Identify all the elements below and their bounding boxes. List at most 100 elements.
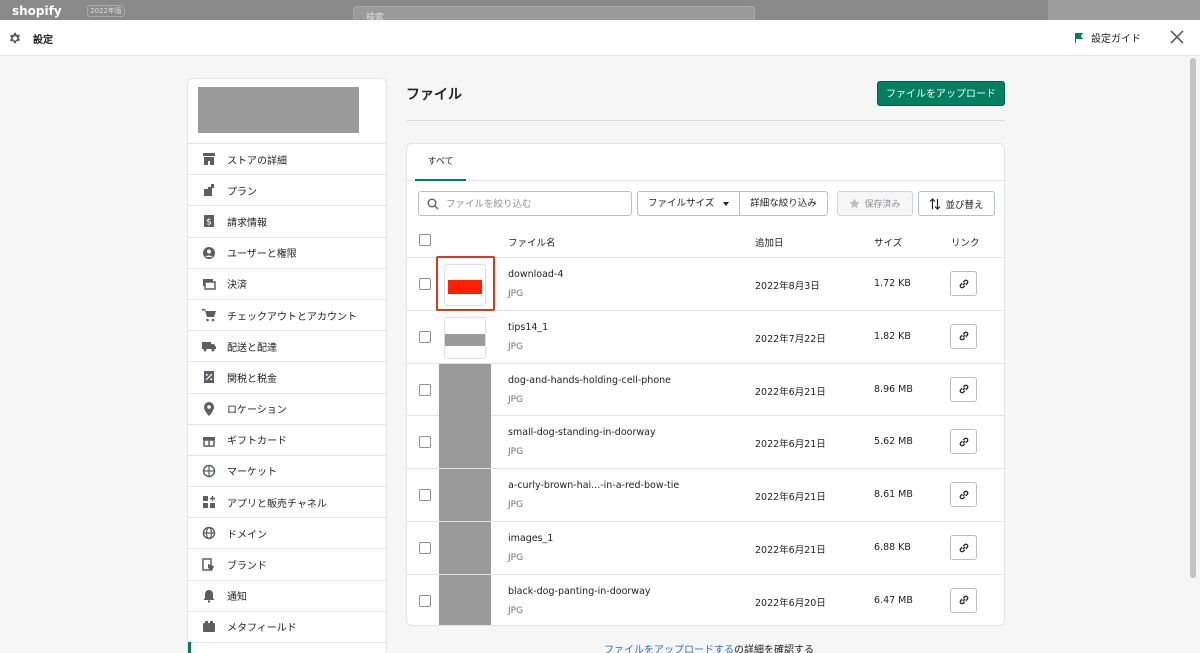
file-name: images_1 (508, 533, 554, 544)
filter-input[interactable] (446, 196, 626, 212)
scrollbar[interactable] (1190, 58, 1196, 578)
sidebar-item-brand[interactable]: ブランド (188, 548, 386, 579)
filter-input-wrapper[interactable] (418, 191, 632, 216)
file-type: JPG (508, 605, 524, 616)
copy-link-button[interactable] (950, 429, 977, 455)
sidebar-item-label: マーケット (227, 467, 277, 479)
sidebar-item-apps[interactable]: アプリと販売チャネル (188, 486, 386, 517)
tax-icon (204, 371, 214, 384)
table-row[interactable]: black-dog-panting-in-doorway JPG 2022年6月… (407, 574, 1004, 625)
sidebar-item-taxes[interactable]: 関税と税金 (188, 361, 386, 392)
sidebar-item-files[interactable] (188, 642, 386, 653)
table-row[interactable]: images_1 JPG 2022年6月21日 6.88 KB (407, 522, 1004, 575)
select-all-checkbox[interactable] (419, 234, 431, 246)
file-name: tips14_1 (508, 321, 549, 333)
sidebar-item-shipping[interactable]: 配送と配達 (188, 330, 386, 361)
table-header: ファイル名 追加日 サイズ リンク (407, 224, 1004, 258)
file-size: 8.61 MB (874, 489, 913, 501)
row-checkbox[interactable] (419, 594, 431, 607)
row-checkbox[interactable] (419, 436, 431, 449)
row-checkbox[interactable] (419, 383, 431, 396)
sidebar-item-plan[interactable]: プラン (188, 174, 386, 205)
column-header-date: 追加日 (755, 238, 784, 249)
sidebar-item-store-details[interactable]: ストアの詳細 (188, 143, 386, 174)
copy-link-button[interactable] (950, 535, 977, 560)
domain-icon (202, 527, 216, 540)
file-size-label: ファイルサイズ (648, 198, 715, 209)
upload-help-link[interactable]: ファイルをアップロードする (604, 645, 734, 653)
table-row[interactable]: small-dog-standing-in-doorway JPG 2022年6… (407, 416, 1004, 470)
file-date: 2022年6月21日 (755, 439, 826, 451)
file-date: 2022年6月21日 (755, 545, 826, 556)
plan-icon (204, 184, 214, 197)
sidebar-item-notifications[interactable]: 通知 (188, 579, 386, 611)
sort-button[interactable]: 並び替え (918, 191, 995, 216)
sidebar-item-markets[interactable]: マーケット (188, 454, 386, 486)
highlight-box (436, 256, 495, 311)
sidebar-item-label: ドメイン (227, 529, 267, 541)
file-name: a-curly-brown-hai...-in-a-red-bow-tie (508, 480, 680, 492)
file-size: 1.72 KB (874, 278, 911, 289)
advanced-filter-button[interactable]: 詳細な絞り込み (739, 192, 827, 215)
gear-icon (10, 32, 20, 44)
file-size: 5.62 MB (874, 436, 913, 448)
globe-icon (202, 464, 216, 478)
row-checkbox[interactable] (419, 542, 431, 554)
saved-button[interactable]: 保存済み (837, 191, 913, 216)
file-thumbnail (439, 416, 491, 469)
copy-link-button[interactable] (950, 376, 977, 402)
sidebar-item-payments[interactable]: 決済 (188, 267, 386, 299)
sidebar-item-users[interactable]: ユーザーと権限 (188, 236, 386, 268)
file-size: 8.96 MB (874, 383, 913, 395)
sidebar-item-label: 関税と税金 (227, 373, 277, 385)
close-icon[interactable] (1170, 30, 1184, 44)
table-row[interactable]: download-4 JPG 2022年8月3日 1.72 KB (407, 256, 1004, 311)
table-row[interactable]: a-curly-brown-hai...-in-a-red-bow-tie JP… (407, 469, 1004, 522)
sidebar-item-label: 配送と配達 (227, 342, 277, 354)
copy-link-button[interactable] (950, 482, 977, 508)
background-account (1048, 0, 1200, 20)
table-row[interactable]: dog-and-hands-holding-cell-phone JPG 202… (407, 363, 1004, 417)
row-checkbox[interactable] (419, 278, 431, 290)
file-thumbnail (439, 363, 491, 416)
sort-icon (930, 197, 941, 210)
apps-icon (203, 496, 215, 509)
column-header-name: ファイル名 (508, 238, 556, 249)
sidebar-item-locations[interactable]: ロケーション (188, 392, 386, 424)
sidebar-item-checkout[interactable]: チェックアウトとアカウント (188, 298, 386, 330)
sidebar-item-metafields[interactable]: メタフィールド (188, 610, 386, 642)
settings-modal: 設定 設定ガイド ストアの詳細 プラン $ 請求情報 ユーザーと権限 決済 チェ… (0, 20, 1200, 653)
copy-link-button[interactable] (950, 271, 977, 296)
flag-icon (1075, 32, 1083, 43)
modal-title: 設定 (33, 35, 53, 46)
background-topbar: shopify 2022年版 検索 (0, 0, 1200, 26)
file-name: black-dog-panting-in-doorway (508, 585, 651, 597)
row-checkbox[interactable] (419, 489, 431, 502)
file-type: JPG (508, 447, 524, 458)
copy-link-button[interactable] (950, 587, 977, 613)
file-date: 2022年6月21日 (755, 386, 826, 398)
file-thumbnail (439, 574, 491, 625)
footer-suffix: の詳細を確認する (734, 645, 814, 653)
sidebar-item-label: 通知 (227, 592, 247, 604)
gift-icon (203, 436, 215, 447)
sidebar-item-domains[interactable]: ドメイン (188, 517, 386, 548)
store-icon (203, 153, 215, 166)
tab-all[interactable]: すべて (415, 144, 466, 181)
file-size-button[interactable]: ファイルサイズ (638, 192, 739, 215)
svg-text:$: $ (206, 218, 212, 228)
copy-link-button[interactable] (950, 323, 977, 349)
sidebar-item-billing[interactable]: $ 請求情報 (188, 205, 386, 236)
file-date: 2022年6月20日 (755, 597, 826, 609)
link-icon (959, 279, 968, 288)
upload-files-button[interactable]: ファイルをアップロード (877, 81, 1005, 106)
table-row[interactable]: tips14_1 JPG 2022年7月22日 1.82 KB (407, 311, 1004, 364)
title-divider (406, 120, 1005, 121)
link-icon (959, 595, 968, 605)
setup-guide-button[interactable]: 設定ガイド (1073, 30, 1141, 45)
sidebar-item-label: メタフィールド (227, 623, 297, 635)
file-thumbnail (439, 522, 491, 574)
row-checkbox[interactable] (419, 330, 431, 343)
file-size: 1.82 KB (874, 330, 911, 342)
sidebar-item-gift-cards[interactable]: ギフトカード (188, 423, 386, 455)
